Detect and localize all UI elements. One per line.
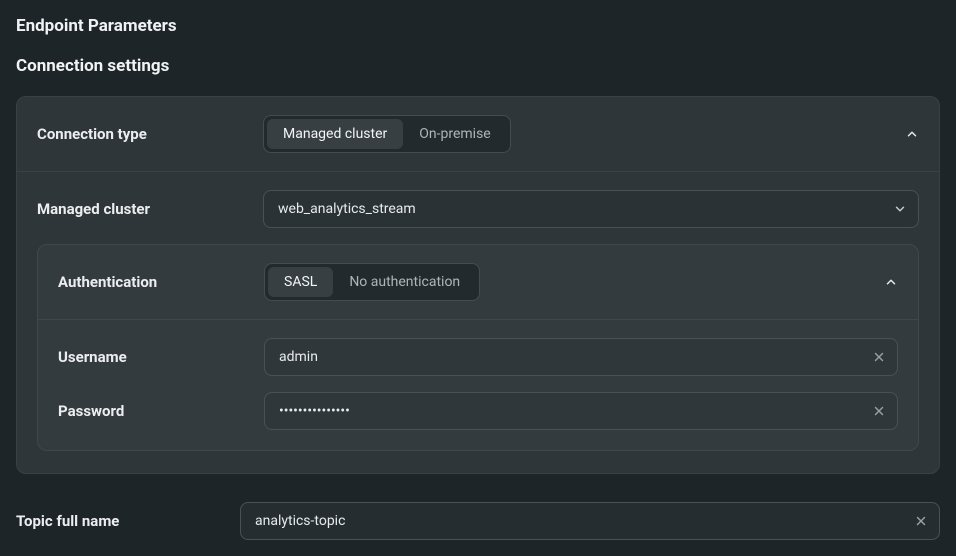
managed-cluster-row: Managed cluster web_analytics_stream: [37, 190, 919, 228]
section-title: Connection settings: [16, 56, 940, 76]
password-input[interactable]: [264, 392, 898, 430]
chevron-up-icon[interactable]: [884, 275, 898, 289]
connection-type-onpremise-button[interactable]: On-premise: [403, 119, 506, 149]
authentication-panel: Authentication SASL No authentication Us…: [37, 244, 919, 451]
close-icon: [914, 514, 928, 528]
topic-row: Topic full name: [16, 502, 940, 540]
authentication-label: Authentication: [58, 273, 264, 291]
topic-input[interactable]: [240, 502, 940, 540]
chevron-up-icon[interactable]: [905, 127, 919, 141]
close-icon: [872, 350, 886, 364]
clear-password-button[interactable]: [868, 400, 890, 422]
connection-type-body: Managed cluster web_analytics_stream Aut…: [17, 172, 939, 473]
authentication-row: Authentication SASL No authentication: [38, 245, 918, 320]
authentication-segmented: SASL No authentication: [264, 263, 480, 301]
topic-label: Topic full name: [16, 512, 240, 530]
clear-topic-button[interactable]: [910, 510, 932, 532]
managed-cluster-select[interactable]: web_analytics_stream: [263, 190, 919, 228]
managed-cluster-label: Managed cluster: [37, 200, 263, 218]
connection-settings-panel: Connection type Managed cluster On-premi…: [16, 96, 940, 474]
connection-type-segmented: Managed cluster On-premise: [263, 115, 511, 153]
clear-username-button[interactable]: [868, 346, 890, 368]
page-title: Endpoint Parameters: [16, 16, 940, 36]
connection-type-managed-button[interactable]: Managed cluster: [267, 119, 403, 149]
connection-type-label: Connection type: [37, 125, 263, 143]
close-icon: [872, 404, 886, 418]
auth-sasl-button[interactable]: SASL: [268, 267, 333, 297]
password-row: Password: [58, 392, 898, 430]
connection-type-row: Connection type Managed cluster On-premi…: [17, 97, 939, 172]
username-row: Username: [58, 338, 898, 376]
password-label: Password: [58, 402, 264, 420]
authentication-body: Username Password: [38, 320, 918, 450]
username-label: Username: [58, 348, 264, 366]
auth-none-button[interactable]: No authentication: [333, 267, 476, 297]
username-input[interactable]: [264, 338, 898, 376]
